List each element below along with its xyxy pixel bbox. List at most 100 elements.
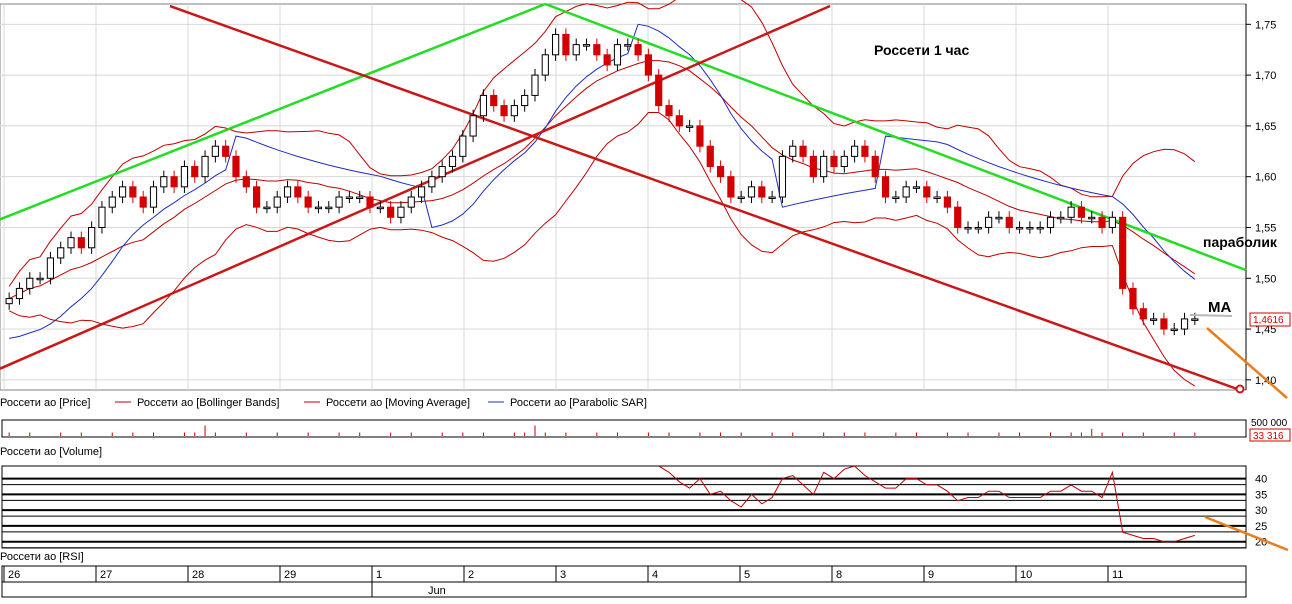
- candle-body: [933, 196, 941, 199]
- candle-body: [500, 105, 508, 117]
- price-y-tick-label: 1,70: [1255, 70, 1276, 82]
- time-axis-day-label: 5: [744, 569, 750, 581]
- candle-body: [603, 54, 611, 66]
- candle-body: [118, 186, 127, 198]
- candle-body: [1191, 318, 1199, 321]
- rsi-y-tick-label: 35: [1255, 489, 1267, 501]
- candle-body: [479, 94, 488, 117]
- candle-body: [1119, 216, 1127, 289]
- candle-body: [747, 186, 756, 198]
- candle-body: [88, 226, 96, 249]
- candle-body: [1150, 318, 1158, 321]
- candle-body: [840, 155, 848, 168]
- candle-body: [758, 186, 766, 198]
- candle-body: [655, 74, 663, 107]
- candle-body: [686, 125, 694, 128]
- price-y-tick-label: 1,65: [1255, 121, 1276, 133]
- candle-body: [98, 206, 106, 228]
- candle-body: [304, 196, 312, 208]
- candle-body: [345, 196, 353, 199]
- candle-body: [1129, 287, 1137, 310]
- rsi-y-tick-label: 25: [1255, 521, 1267, 533]
- candle-body: [861, 145, 869, 157]
- rsi-y-tick-label: 30: [1255, 505, 1267, 517]
- candle-body: [366, 196, 374, 208]
- time-axis-day-label: 3: [560, 569, 566, 581]
- candle-body: [1170, 328, 1178, 332]
- candle-body: [1160, 318, 1168, 330]
- candle-body: [201, 155, 209, 178]
- candle-body: [335, 196, 343, 208]
- legend-price: Россети ао [Price]: [0, 397, 90, 409]
- candle-body: [325, 206, 333, 210]
- candle-body: [892, 196, 900, 199]
- candle-body: [490, 94, 498, 107]
- candle-body: [180, 166, 189, 188]
- candle-body: [954, 206, 962, 228]
- candle-body: [1108, 216, 1116, 228]
- candle-body: [582, 44, 591, 47]
- candle-body: [572, 44, 580, 56]
- ma-pointer-line: [1189, 314, 1233, 317]
- time-axis-day-label: 1: [376, 569, 382, 581]
- candle-body: [129, 186, 137, 198]
- candle-body: [923, 186, 931, 198]
- candle-body: [57, 247, 65, 259]
- candle-body: [1088, 216, 1096, 220]
- volume-legend: Россети ао [Volume]: [0, 446, 102, 458]
- candle-body: [108, 196, 116, 208]
- time-axis-day-label: 11: [1112, 569, 1123, 581]
- price-y-tick-label: 1,75: [1255, 19, 1276, 31]
- candle-body: [974, 226, 982, 230]
- candle-body: [871, 155, 879, 178]
- candle-body: [253, 186, 261, 208]
- candle-body: [696, 125, 704, 147]
- candle-body: [644, 54, 652, 76]
- time-axis-day-label: 27: [100, 569, 112, 581]
- volume-axis-label-last: 33 316: [1253, 431, 1284, 442]
- candle-body: [428, 176, 436, 188]
- legend-ma: Россети ао [Moving Average]: [326, 397, 470, 409]
- candle-body: [737, 196, 745, 199]
- candle-body: [510, 105, 518, 117]
- price-y-tick-label: 1,60: [1255, 172, 1276, 184]
- candle-body: [36, 277, 44, 281]
- candle-body: [820, 155, 828, 178]
- candle-body: [902, 186, 910, 198]
- candle-body: [624, 44, 632, 47]
- candle-body: [376, 206, 384, 210]
- candle-body: [438, 166, 446, 178]
- candle-body: [562, 33, 570, 56]
- candle-body: [387, 206, 395, 218]
- candle-body: [222, 145, 230, 157]
- candle-body: [1067, 206, 1075, 218]
- time-axis-day-label: 28: [192, 569, 204, 581]
- candle-body: [417, 186, 426, 198]
- candle-body: [809, 155, 817, 178]
- candle-body: [1098, 216, 1106, 228]
- legend-bollinger: Россети ао [Bollinger Bands]: [137, 397, 279, 409]
- time-axis-day-label: 2: [468, 569, 474, 581]
- candle-body: [191, 166, 199, 178]
- candle-body: [1057, 216, 1065, 220]
- legend-sar: Россети ао [Parabolic SAR]: [510, 397, 647, 409]
- candle-body: [469, 115, 477, 137]
- candle-body: [1036, 226, 1044, 230]
- candle-body: [170, 176, 178, 188]
- price-y-tick-label: 1,50: [1255, 273, 1276, 285]
- candle-body: [15, 287, 24, 300]
- candle-body: [242, 176, 250, 188]
- time-axis-day-label: 9: [928, 569, 934, 581]
- time-axis-day-label: 10: [1020, 569, 1032, 581]
- candle-body: [1077, 206, 1086, 218]
- candle-body: [964, 226, 972, 230]
- annotation-ma: МА: [1208, 299, 1231, 316]
- candle-body: [552, 33, 560, 56]
- candle-body: [448, 155, 457, 168]
- candle-body: [778, 155, 787, 198]
- candle-body: [407, 196, 415, 208]
- candle-body: [716, 166, 725, 178]
- candle-body: [1180, 318, 1189, 330]
- candle-body: [397, 206, 405, 218]
- candle-body: [593, 44, 601, 56]
